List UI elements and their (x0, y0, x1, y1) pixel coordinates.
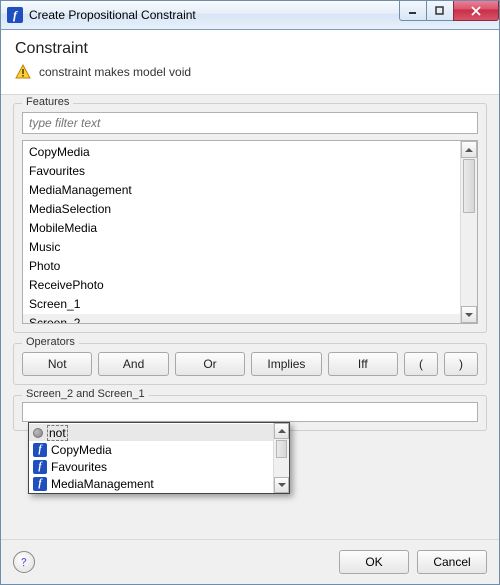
features-scrollbar[interactable] (460, 141, 477, 323)
feature-item[interactable]: Photo (23, 257, 460, 276)
features-legend: Features (22, 96, 73, 108)
operator-button[interactable]: And (98, 352, 168, 376)
feature-item[interactable]: ReceivePhoto (23, 276, 460, 295)
scroll-up-button[interactable] (461, 141, 477, 158)
scroll-up-button[interactable] (274, 423, 289, 439)
autocomplete-item[interactable]: f MediaManagement (29, 475, 273, 492)
help-icon (18, 556, 30, 568)
scroll-down-button[interactable] (274, 477, 289, 493)
help-button[interactable] (13, 551, 35, 573)
autocomplete-item[interactable]: not (29, 424, 273, 441)
operator-button[interactable]: Iff (328, 352, 398, 376)
feature-item[interactable]: Favourites (23, 162, 460, 181)
window-controls (400, 1, 499, 21)
features-filter-input[interactable] (22, 112, 478, 134)
autocomplete-label: Favourites (51, 460, 107, 474)
feature-item[interactable]: MediaManagement (23, 181, 460, 200)
feature-item[interactable]: Screen_2 (23, 314, 460, 323)
feature-item[interactable]: Music (23, 238, 460, 257)
expression-group: Screen_2 and Screen_1 notfCopyMediafFavo… (13, 395, 487, 431)
feature-item[interactable]: MediaSelection (23, 200, 460, 219)
operator-button[interactable]: Or (175, 352, 245, 376)
scroll-thumb[interactable] (463, 159, 475, 213)
feature-icon: f (33, 443, 47, 457)
operator-button[interactable]: ) (444, 352, 478, 376)
warning-text: constraint makes model void (39, 65, 191, 79)
maximize-button[interactable] (426, 1, 454, 21)
ok-button[interactable]: OK (339, 550, 409, 574)
scroll-thumb[interactable] (276, 440, 287, 458)
features-list: CopyMediaFavouritesMediaManagementMediaS… (22, 140, 478, 324)
autocomplete-scrollbar[interactable] (273, 423, 289, 493)
feature-item[interactable]: MobileMedia (23, 219, 460, 238)
operator-button[interactable]: Not (22, 352, 92, 376)
minimize-button[interactable] (399, 1, 427, 21)
dialog-header: Constraint constraint makes model void (1, 30, 499, 95)
close-button[interactable] (453, 1, 499, 21)
warning-row: constraint makes model void (15, 64, 485, 80)
operator-button[interactable]: ( (404, 352, 438, 376)
expression-legend: Screen_2 and Screen_1 (22, 388, 149, 400)
window-title: Create Propositional Constraint (29, 8, 196, 22)
autocomplete-item[interactable]: f CopyMedia (29, 441, 273, 458)
autocomplete-label: CopyMedia (51, 443, 112, 457)
autocomplete-label: not (47, 425, 68, 441)
operators-group: Operators NotAndOrImpliesIff() (13, 343, 487, 385)
autocomplete-popup: notfCopyMediafFavouritesfMediaManagement (28, 422, 290, 494)
operators-legend: Operators (22, 336, 79, 348)
dialog-body: Constraint constraint makes model void F… (0, 30, 500, 585)
app-icon: f (7, 7, 23, 23)
autocomplete-label: MediaManagement (51, 477, 154, 491)
feature-icon: f (33, 460, 47, 474)
features-group: Features CopyMediaFavouritesMediaManagem… (13, 103, 487, 333)
dialog-heading: Constraint (15, 40, 485, 58)
title-bar: f Create Propositional Constraint (0, 0, 500, 30)
keyword-icon (33, 428, 43, 438)
feature-item[interactable]: Screen_1 (23, 295, 460, 314)
scroll-down-button[interactable] (461, 306, 477, 323)
warning-icon (15, 64, 31, 80)
cancel-button[interactable]: Cancel (417, 550, 487, 574)
operator-button[interactable]: Implies (251, 352, 321, 376)
dialog-content: Features CopyMediaFavouritesMediaManagem… (1, 95, 499, 539)
feature-item[interactable]: CopyMedia (23, 143, 460, 162)
expression-input[interactable] (22, 402, 478, 422)
feature-icon: f (33, 477, 47, 491)
autocomplete-item[interactable]: f Favourites (29, 458, 273, 475)
dialog-footer: OK Cancel (1, 539, 499, 584)
